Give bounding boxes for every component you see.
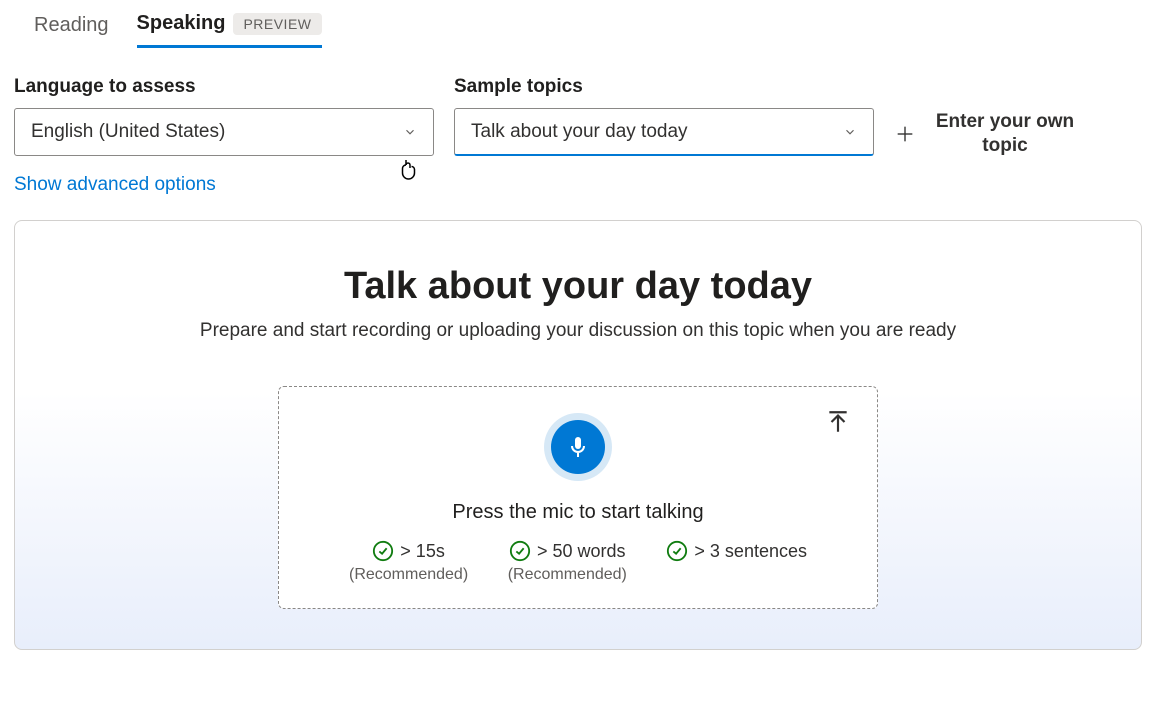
preview-badge: PREVIEW [233, 13, 321, 35]
check-circle-icon [666, 540, 688, 562]
chevron-down-icon [403, 125, 417, 139]
panel-subtitle: Prepare and start recording or uploading… [35, 320, 1121, 342]
tab-reading[interactable]: Reading [34, 14, 109, 47]
language-select[interactable]: English (United States) [14, 108, 434, 156]
recording-panel: Talk about your day today Prepare and st… [14, 220, 1142, 650]
show-advanced-options-link[interactable]: Show advanced options [14, 174, 216, 196]
controls-row: Language to assess English (United State… [14, 76, 1138, 158]
enter-own-label: Enter your own topic [930, 110, 1080, 158]
mic-icon [566, 435, 590, 459]
criterion-text: > 3 sentences [694, 541, 807, 562]
language-label: Language to assess [14, 76, 434, 98]
topics-label: Sample topics [454, 76, 874, 98]
topics-group: Sample topics Talk about your day today [454, 76, 874, 156]
language-group: Language to assess English (United State… [14, 76, 434, 156]
mic-inner [551, 420, 605, 474]
topics-select[interactable]: Talk about your day today [454, 108, 874, 156]
criterion-sub: (Recommended) [349, 566, 468, 584]
chevron-down-icon [843, 125, 857, 139]
record-card: Press the mic to start talking > 15s (Re… [278, 386, 878, 609]
criterion-text: > 15s [400, 541, 445, 562]
language-value: English (United States) [31, 121, 225, 143]
criterion-text: > 50 words [537, 541, 626, 562]
enter-own-topic-button[interactable]: Enter your own topic [894, 76, 1080, 158]
mic-prompt: Press the mic to start talking [309, 501, 847, 524]
criterion-words: > 50 words (Recommended) [508, 540, 627, 584]
check-circle-icon [509, 540, 531, 562]
panel-title: Talk about your day today [35, 265, 1121, 308]
tab-bar: Reading Speaking PREVIEW [14, 12, 1138, 48]
tab-speaking-label: Speaking [137, 12, 226, 35]
plus-icon [894, 123, 916, 145]
criterion-duration: > 15s (Recommended) [349, 540, 468, 584]
criteria-row: > 15s (Recommended) > 50 words (Recommen… [309, 540, 847, 584]
criterion-sub: (Recommended) [508, 566, 627, 584]
check-circle-icon [372, 540, 394, 562]
upload-icon[interactable] [825, 409, 851, 435]
mic-button[interactable] [544, 413, 612, 481]
mouse-cursor-icon [397, 157, 421, 181]
criterion-sentences: > 3 sentences [666, 540, 807, 584]
topics-value: Talk about your day today [471, 121, 688, 143]
tab-speaking[interactable]: Speaking PREVIEW [137, 12, 322, 48]
